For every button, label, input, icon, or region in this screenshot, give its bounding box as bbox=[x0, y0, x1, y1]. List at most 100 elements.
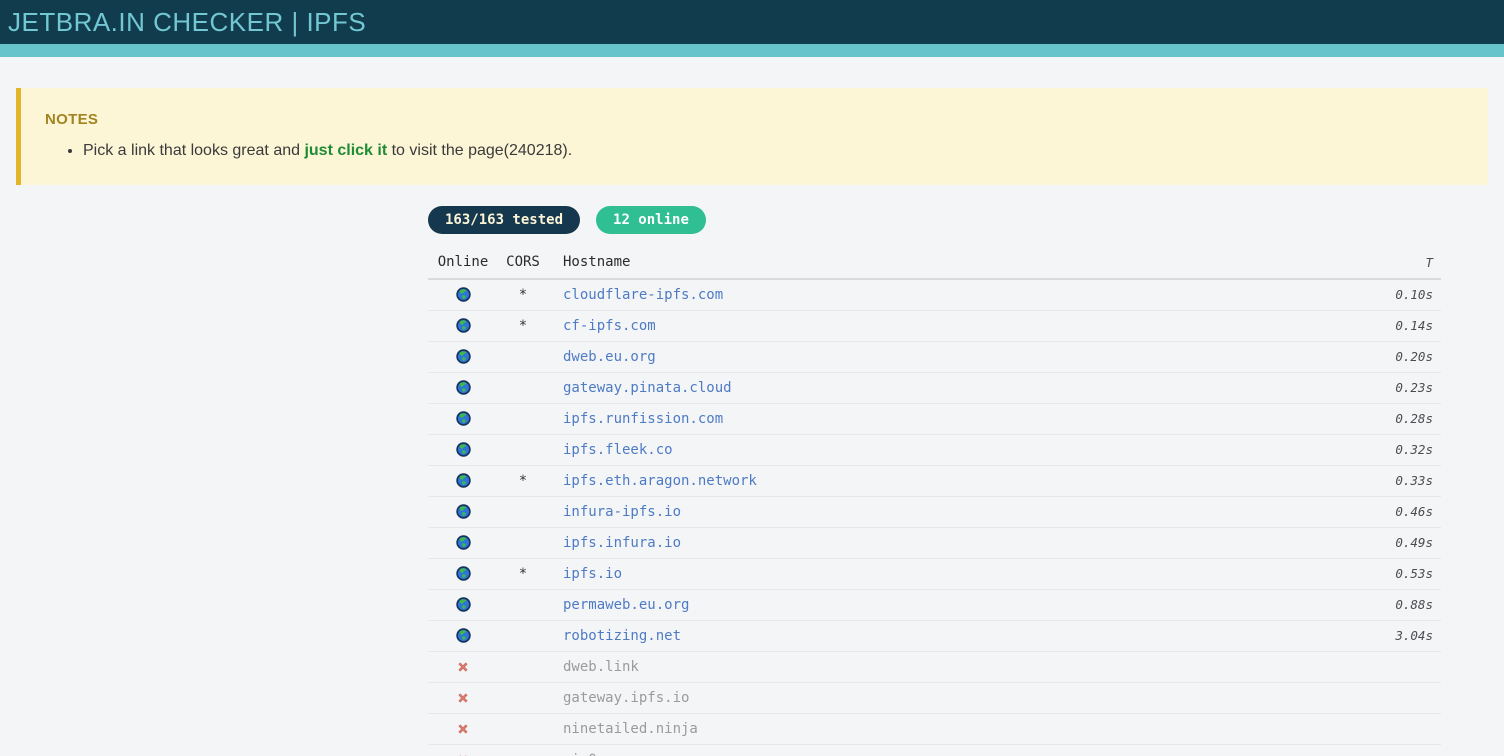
app-header: JETBRA.IN CHECKER | IPFS bbox=[0, 0, 1504, 44]
globe-icon bbox=[455, 380, 471, 395]
cors-flag bbox=[498, 341, 548, 372]
table-row: * ipfs.eth.aragon.network 0.33s bbox=[428, 465, 1441, 496]
cors-flag bbox=[498, 403, 548, 434]
tested-count-badge: 163/163 tested bbox=[428, 206, 581, 234]
hostname-link[interactable]: ipfs.infura.io bbox=[563, 535, 681, 551]
globe-icon bbox=[455, 473, 471, 488]
note-highlight: just click it bbox=[304, 142, 388, 159]
hostname-link[interactable]: ipfs.fleek.co bbox=[563, 442, 673, 458]
hostname-link[interactable]: permaweb.eu.org bbox=[563, 597, 689, 613]
cors-flag bbox=[498, 372, 548, 403]
response-time: 0.33s bbox=[1395, 473, 1433, 488]
cors-flag bbox=[498, 527, 548, 558]
hostname-link[interactable]: cloudflare-ipfs.com bbox=[563, 287, 723, 303]
table-row: ipfs.runfission.com 0.28s bbox=[428, 403, 1441, 434]
response-time bbox=[1321, 651, 1441, 682]
online-status-cell bbox=[428, 465, 498, 496]
table-row: * cf-ipfs.com 0.14s bbox=[428, 310, 1441, 341]
response-time bbox=[1321, 744, 1441, 756]
cors-flag: * bbox=[518, 472, 528, 489]
col-header-cors: CORS bbox=[498, 246, 548, 280]
online-status-cell bbox=[428, 372, 498, 403]
hostname-cell: ninetailed.ninja bbox=[548, 713, 1321, 744]
online-status-cell bbox=[428, 310, 498, 341]
hostname-cell: ipfs.io bbox=[548, 558, 1321, 589]
table-row: robotizing.net 3.04s bbox=[428, 620, 1441, 651]
response-time: 0.32s bbox=[1395, 442, 1433, 457]
hostname-link: dweb.link bbox=[563, 658, 639, 675]
globe-icon bbox=[455, 318, 471, 333]
response-time: 3.04s bbox=[1395, 628, 1433, 643]
response-time: 0.14s bbox=[1395, 318, 1433, 333]
hostname-link[interactable]: infura-ipfs.io bbox=[563, 504, 681, 520]
hostname-cell: dweb.link bbox=[548, 651, 1321, 682]
online-status-cell bbox=[428, 713, 498, 744]
online-status-cell bbox=[428, 279, 498, 310]
globe-icon bbox=[455, 628, 471, 643]
hostname-cell: permaweb.eu.org bbox=[548, 589, 1321, 620]
summary-badges: 163/163 tested 12 online bbox=[428, 206, 1441, 234]
hostname-cell: gateway.pinata.cloud bbox=[548, 372, 1321, 403]
response-time: 0.20s bbox=[1395, 349, 1433, 364]
table-row: permaweb.eu.org 0.88s bbox=[428, 589, 1441, 620]
notes-panel: NOTES Pick a link that looks great and j… bbox=[16, 88, 1488, 185]
hostname-link: gateway.ipfs.io bbox=[563, 689, 690, 706]
cors-flag: * bbox=[518, 286, 528, 303]
col-header-time: T bbox=[1321, 246, 1441, 280]
hostname-link: ninetailed.ninja bbox=[563, 720, 698, 737]
col-header-hostname: Hostname bbox=[548, 246, 1321, 280]
table-row: * cloudflare-ipfs.com 0.10s bbox=[428, 279, 1441, 310]
table-row: ipfs.infura.io 0.49s bbox=[428, 527, 1441, 558]
hostname-link[interactable]: ipfs.io bbox=[563, 566, 622, 582]
hostname-cell: cloudflare-ipfs.com bbox=[548, 279, 1321, 310]
online-status-cell bbox=[428, 682, 498, 713]
cors-flag: * bbox=[518, 317, 528, 334]
online-status-cell bbox=[428, 651, 498, 682]
note-text-suffix: to visit the page(240218). bbox=[387, 142, 573, 159]
notes-list: Pick a link that looks great and just cl… bbox=[45, 141, 1464, 161]
table-row: via0.com bbox=[428, 744, 1441, 756]
online-status-cell bbox=[428, 589, 498, 620]
globe-icon bbox=[455, 411, 471, 426]
globe-icon bbox=[455, 535, 471, 550]
online-status-cell bbox=[428, 434, 498, 465]
cross-icon bbox=[456, 722, 470, 736]
cors-flag: * bbox=[518, 565, 528, 582]
header-accent-stripe bbox=[0, 44, 1504, 57]
table-row: dweb.link bbox=[428, 651, 1441, 682]
cors-flag bbox=[498, 496, 548, 527]
response-time: 0.10s bbox=[1395, 287, 1433, 303]
table-row: gateway.pinata.cloud 0.23s bbox=[428, 372, 1441, 403]
response-time: 0.53s bbox=[1395, 566, 1433, 581]
table-row: infura-ipfs.io 0.46s bbox=[428, 496, 1441, 527]
hostname-link[interactable]: robotizing.net bbox=[563, 628, 681, 644]
cors-flag bbox=[498, 620, 548, 651]
table-header-row: Online CORS Hostname T bbox=[428, 246, 1441, 280]
hostname-cell: cf-ipfs.com bbox=[548, 310, 1321, 341]
checker-results: 163/163 tested 12 online Online CORS Hos… bbox=[428, 206, 1441, 756]
hostname-cell: ipfs.runfission.com bbox=[548, 403, 1321, 434]
hostname-link[interactable]: cf-ipfs.com bbox=[563, 318, 656, 334]
hostname-cell: infura-ipfs.io bbox=[548, 496, 1321, 527]
hostname-link[interactable]: gateway.pinata.cloud bbox=[563, 380, 732, 396]
cors-flag bbox=[498, 744, 548, 756]
table-row: gateway.ipfs.io bbox=[428, 682, 1441, 713]
gateway-table: Online CORS Hostname T * cloudflare-ipfs… bbox=[428, 246, 1441, 756]
notes-heading: NOTES bbox=[45, 111, 99, 128]
hostname-link[interactable]: dweb.eu.org bbox=[563, 349, 656, 365]
cross-icon bbox=[456, 660, 470, 674]
cors-flag bbox=[498, 682, 548, 713]
hostname-link[interactable]: ipfs.runfission.com bbox=[563, 411, 723, 427]
hostname-link[interactable]: ipfs.eth.aragon.network bbox=[563, 473, 757, 489]
response-time: 0.88s bbox=[1395, 597, 1433, 612]
online-status-cell bbox=[428, 620, 498, 651]
cors-flag bbox=[498, 713, 548, 744]
hostname-link: via0.com bbox=[563, 752, 630, 756]
table-row: ipfs.fleek.co 0.32s bbox=[428, 434, 1441, 465]
globe-icon bbox=[455, 504, 471, 519]
table-row: ninetailed.ninja bbox=[428, 713, 1441, 744]
page-title: JETBRA.IN CHECKER | IPFS bbox=[8, 6, 367, 37]
globe-icon bbox=[455, 442, 471, 457]
response-time: 0.49s bbox=[1395, 535, 1433, 550]
cors-flag bbox=[498, 589, 548, 620]
